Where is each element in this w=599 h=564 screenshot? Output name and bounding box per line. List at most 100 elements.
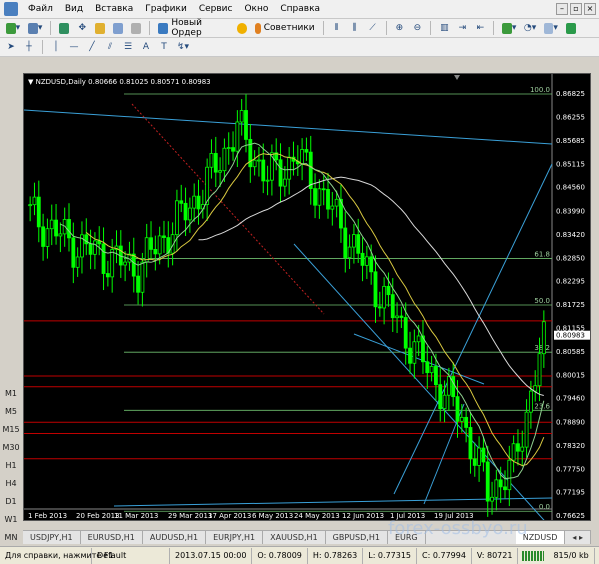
tab-eurjpy[interactable]: EURJPY,H1 [206,531,264,544]
tab-gbpusd[interactable]: GBPUSD,H1 [326,531,388,544]
candle-body [45,228,50,247]
minimize-button[interactable]: – [556,3,568,15]
tile-windows-icon[interactable]: ▥ [436,21,452,36]
toolbar-separator [385,21,387,35]
candle-body [503,486,507,491]
candle-body [451,376,456,398]
metaeditor-icon[interactable] [234,21,250,36]
tab-eurusd[interactable]: EURUSD,H1 [81,531,143,544]
fibo-level-label: 61.8 [534,250,550,258]
menu-tools[interactable]: Сервис [193,0,239,19]
navigator-icon[interactable] [92,21,108,36]
menu-bar: Файл Вид Вставка Графики Сервис Окно Спр… [0,0,599,19]
timeframe-d1[interactable]: D1 [0,494,22,510]
candle-body [110,249,115,278]
candle-body [520,446,525,452]
autoscroll-icon[interactable]: ⇥ [454,21,470,36]
moving-average-slow [198,176,544,396]
candle-body [105,273,110,278]
candle-body [213,153,218,173]
market-watch-icon[interactable] [56,21,72,36]
zoom-out-icon[interactable]: ⊖ [409,21,425,36]
tab-xauusd[interactable]: XAUUSD,H1 [263,531,326,544]
candle-body [408,347,412,364]
vertical-line-icon[interactable]: │ [48,40,64,55]
candle-body [459,416,464,422]
candle-body [429,366,434,374]
tab-usdjpy[interactable]: USDJPY,H1 [23,531,81,544]
strategy-tester-icon[interactable] [128,21,144,36]
chart-window[interactable]: 100.061.850.038.223.60.00.868250.862550.… [23,73,591,521]
chart-header: ▼ NZDUSD,Daily 0.80666 0.81025 0.80571 0… [28,78,211,86]
text-label-icon[interactable]: T [156,40,172,55]
price-chart[interactable]: 100.061.850.038.223.60.00.868250.862550.… [24,74,590,520]
timeframe-m1[interactable]: M1 [0,386,22,402]
arrows-icon[interactable]: ↯▾ [174,40,192,55]
candle-body [196,195,201,210]
candle-body [278,159,283,187]
timeframe-m5[interactable]: M5 [0,404,22,420]
timeframe-m30[interactable]: M30 [0,440,22,456]
timeframe-w1[interactable]: W1 [0,512,22,528]
new-order-button[interactable]: Новый Ордер [155,18,232,38]
candle-body [347,246,352,259]
candle-body [356,234,361,254]
horizontal-line-icon[interactable]: — [66,40,82,55]
menu-file[interactable]: Файл [22,0,59,19]
menu-help[interactable]: Справка [274,0,326,19]
menu-charts[interactable]: Графики [139,0,193,19]
candle-body [54,219,58,237]
candlestick-icon[interactable]: ⫼ [347,21,363,36]
zoom-in-icon[interactable]: ⊕ [391,21,407,36]
candle-body [382,285,387,309]
candle-body [149,237,153,250]
fibonacci-icon[interactable]: ☰ [120,40,136,55]
menu-view[interactable]: Вид [59,0,89,19]
advisors-label: Советники [263,23,315,33]
tab-audusd[interactable]: AUDUSD,H1 [143,531,207,544]
candle-body [88,243,93,255]
timeframe-h1[interactable]: H1 [0,458,22,474]
candle-body [71,237,76,268]
chart-shift-icon[interactable]: ⇤ [472,21,488,36]
standard-toolbar: ▾ ▾ ✥ Новый Ордер Советники ⫴ ⫼ ⟋ ⊕ ⊖ ▥ … [0,18,599,38]
candle-body [511,443,516,461]
date-axis-label: 6 May 2013 [252,512,293,520]
toolbar-separator [322,21,324,35]
templates-icon[interactable]: ▾ [541,21,561,36]
equidistant-channel-icon[interactable]: ⫽ [102,40,118,55]
periods-icon[interactable]: ◔▾ [521,21,538,36]
price-axis-label: 0.86825 [556,90,585,98]
timeframe-m15[interactable]: M15 [0,422,22,438]
cursor-icon[interactable]: ➤ [3,40,19,55]
status-help: Для справки, нажмите F1 [0,547,114,564]
menu-window[interactable]: Окно [238,0,274,19]
restore-button[interactable]: ▫ [570,3,582,15]
candle-body [416,335,421,343]
candle-body [226,147,231,149]
text-icon[interactable]: A [138,40,154,55]
indicators-icon[interactable]: ▾ [499,21,519,36]
tab-scroll-arrows[interactable]: ◂ ▸ [565,531,591,544]
data-window-icon[interactable]: ✥ [74,21,90,36]
candle-body [92,240,97,255]
close-button[interactable]: × [584,3,596,15]
timeframe-h4[interactable]: H4 [0,476,22,492]
profiles-icon[interactable]: ▾ [25,21,45,36]
trendline-icon[interactable]: ╱ [84,40,100,55]
bar-chart-icon[interactable]: ⫴ [329,21,345,36]
app-icon[interactable] [4,2,18,16]
candle-body [399,315,404,318]
new-chart-icon[interactable]: ▾ [3,21,23,36]
candle-body [403,317,408,349]
price-axis-label: 0.77195 [556,488,585,496]
crosshair-icon[interactable]: ┼ [21,40,37,55]
terminal-icon[interactable] [110,21,126,36]
candle-body [313,188,317,206]
candle-body [153,248,158,255]
timeframe-mn[interactable]: MN [0,530,22,546]
line-chart-icon[interactable]: ⟋ [365,21,381,36]
help-icon[interactable] [563,21,579,36]
menu-insert[interactable]: Вставка [89,0,139,19]
expert-advisors-button[interactable]: Советники [252,21,317,36]
